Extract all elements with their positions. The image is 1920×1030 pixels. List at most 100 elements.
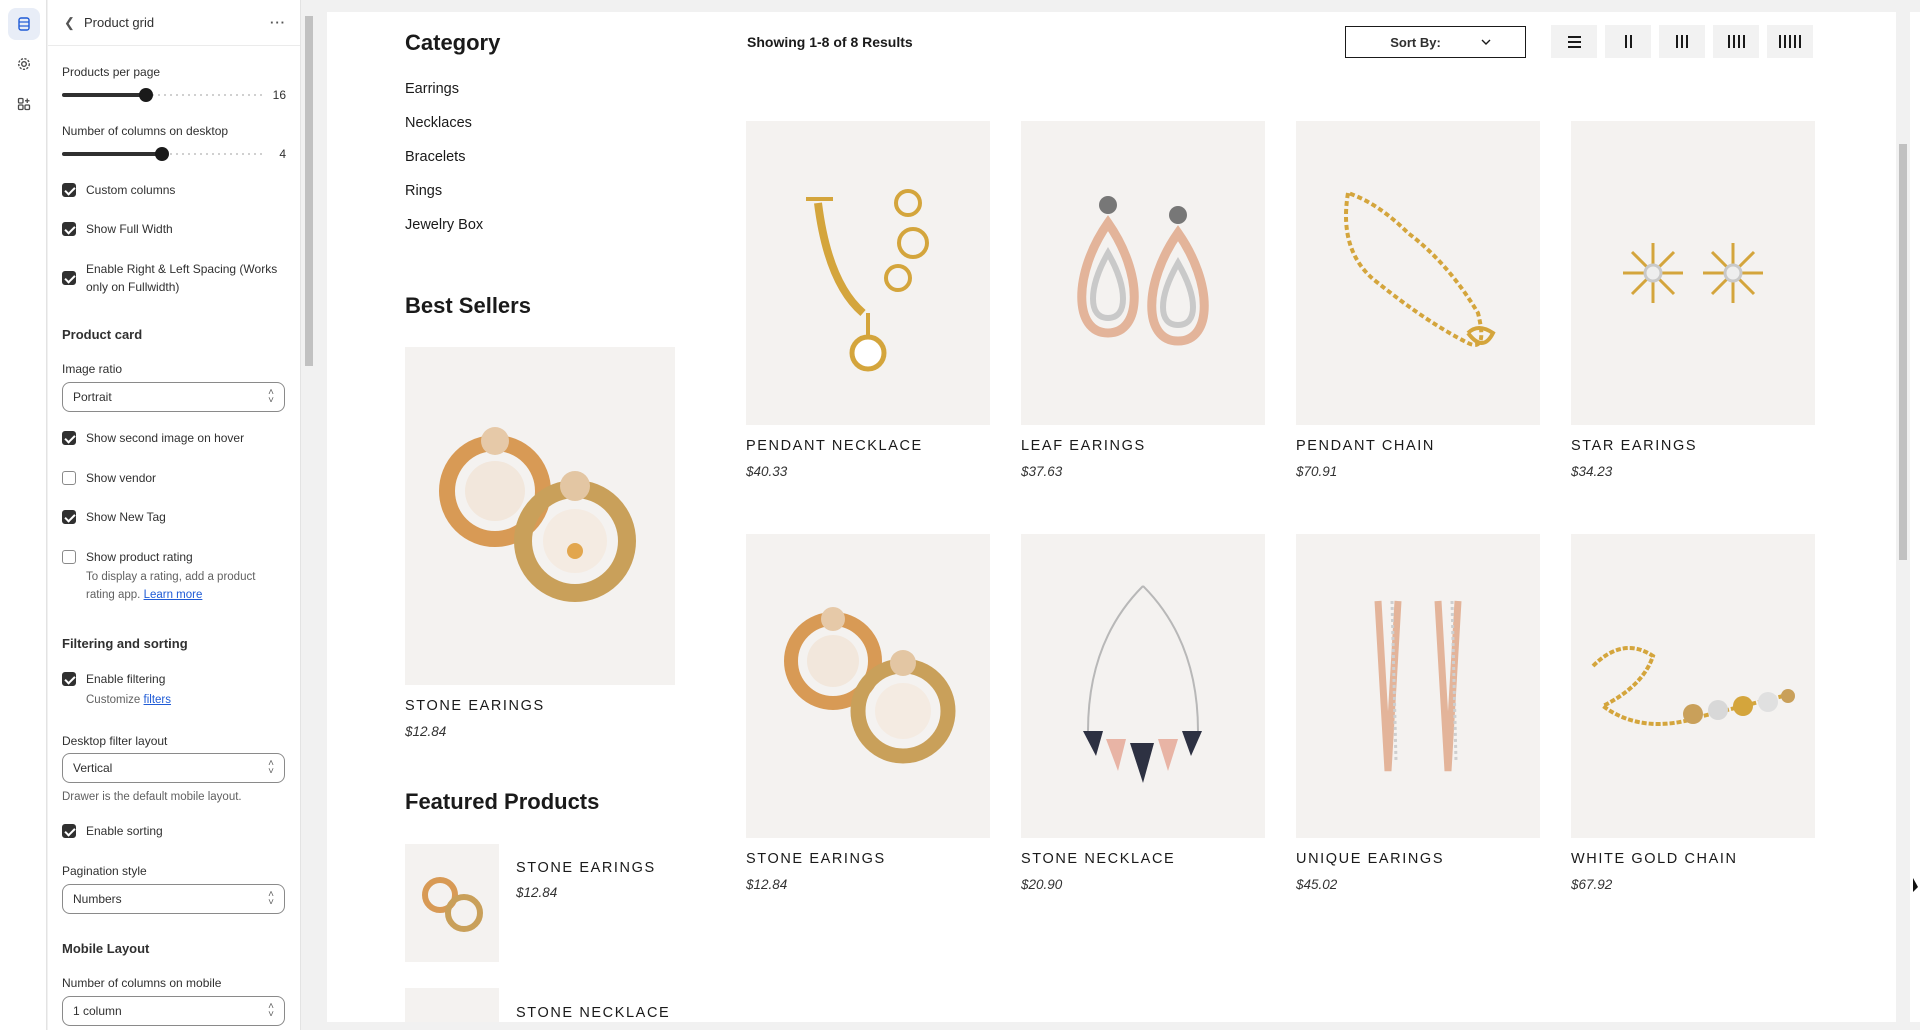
sort-by-dropdown[interactable]: Sort By: xyxy=(1345,26,1526,58)
image-ratio-value: Portrait xyxy=(73,390,112,404)
product-price: $37.63 xyxy=(1021,464,1063,479)
product-image-leaf-earings[interactable] xyxy=(1021,121,1265,425)
show-vendor-checkbox[interactable] xyxy=(62,471,76,485)
category-link-bracelets[interactable]: Bracelets xyxy=(405,149,465,165)
customize-text: Customize xyxy=(86,694,141,706)
desktop-filter-layout-select[interactable]: Vertical ˄ ˅ xyxy=(62,753,285,783)
grid-3-view-button[interactable] xyxy=(1659,25,1705,58)
custom-columns-checkbox[interactable] xyxy=(62,183,76,197)
featured-item-name[interactable]: STONE NECKLACE xyxy=(516,1005,670,1021)
image-ratio-label: Image ratio xyxy=(62,362,123,376)
featured-products-heading: Featured Products xyxy=(405,789,600,814)
select-chevron-icon: ˄ ˅ xyxy=(268,387,274,406)
pagination-style-label: Pagination style xyxy=(62,864,147,878)
settings-panel: ❮ Product grid ··· Products per page 16 … xyxy=(48,0,301,1030)
product-price: $70.91 xyxy=(1296,464,1338,479)
enable-spacing-checkbox[interactable] xyxy=(62,271,76,285)
product-image-pendant-chain[interactable] xyxy=(1296,121,1540,425)
product-price: $45.02 xyxy=(1296,877,1338,892)
grid-4-view-button[interactable] xyxy=(1713,25,1759,58)
panel-header: ❮ Product grid ··· xyxy=(48,0,300,46)
list-view-button[interactable] xyxy=(1551,25,1597,58)
panel-scrollbar-thumb[interactable] xyxy=(305,16,313,366)
product-name[interactable]: LEAF EARINGS xyxy=(1021,438,1146,454)
product-image-unique-earings[interactable] xyxy=(1296,534,1540,838)
apps-icon[interactable] xyxy=(8,88,40,120)
panel-title: Product grid xyxy=(84,15,155,30)
pagination-style-select[interactable]: Numbers ˄ ˅ xyxy=(62,884,285,914)
learn-more-link[interactable]: Learn more xyxy=(144,589,203,601)
featured-item-image[interactable] xyxy=(405,844,499,962)
leaf-earings-picture xyxy=(1077,196,1209,346)
product-image-stone-necklace[interactable] xyxy=(1021,534,1265,838)
product-image-stone-earings[interactable] xyxy=(746,534,990,838)
columns-mobile-select[interactable]: 1 column ˄ ˅ xyxy=(62,996,285,1026)
preview-scrollbar-thumb[interactable] xyxy=(1899,144,1907,560)
columns-mobile-label: Number of columns on mobile xyxy=(62,976,222,990)
show-product-rating-text: Show product rating xyxy=(86,550,193,564)
sort-by-label: Sort By: xyxy=(1390,34,1441,50)
product-price: $67.92 xyxy=(1571,877,1613,892)
show-second-image-label: Show second image on hover xyxy=(86,431,245,445)
show-vendor-label: Show vendor xyxy=(86,471,157,485)
columns-desktop-slider[interactable]: 4 xyxy=(62,147,286,161)
product-name[interactable]: STAR EARINGS xyxy=(1571,438,1697,454)
slider-knob[interactable] xyxy=(139,88,153,102)
category-link-earrings[interactable]: Earrings xyxy=(405,81,459,97)
image-ratio-select[interactable]: Portrait ˄ ˅ xyxy=(62,382,285,412)
product-name[interactable]: STONE NECKLACE xyxy=(1021,851,1175,867)
preview-scrollbar[interactable] xyxy=(1896,12,1910,1022)
product-name[interactable]: PENDANT NECKLACE xyxy=(746,438,923,454)
product-price: $12.84 xyxy=(746,877,788,892)
select-chevron-icon: ˄ ˅ xyxy=(268,889,274,908)
stone-earrings-picture xyxy=(439,427,636,602)
category-link-jewelry-box[interactable]: Jewelry Box xyxy=(405,217,483,233)
unique-earings-picture xyxy=(1374,600,1462,772)
show-new-tag-checkbox[interactable] xyxy=(62,510,76,524)
category-link-necklaces[interactable]: Necklaces xyxy=(405,115,472,131)
enable-filtering-checkbox[interactable] xyxy=(62,672,76,686)
show-full-width-checkbox[interactable] xyxy=(62,222,76,236)
product-name[interactable]: PENDANT CHAIN xyxy=(1296,438,1435,454)
grid-2-view-button[interactable] xyxy=(1605,25,1651,58)
show-second-image-checkbox[interactable] xyxy=(62,431,76,445)
editor-icon-rail xyxy=(0,0,47,1030)
back-chevron-icon[interactable]: ❮ xyxy=(64,15,82,31)
products-per-page-slider[interactable]: 16 xyxy=(62,88,286,102)
columns-mobile-value: 1 column xyxy=(73,1004,122,1018)
desktop-filter-layout-value: Vertical xyxy=(73,761,113,775)
more-options-icon[interactable]: ··· xyxy=(270,15,286,30)
filters-link[interactable]: filters xyxy=(144,694,171,706)
desktop-filter-layout-label: Desktop filter layout xyxy=(62,734,168,748)
best-seller-name[interactable]: STONE EARINGS xyxy=(405,698,545,714)
theme-settings-gear-icon[interactable] xyxy=(8,48,40,80)
product-image-white-gold-chain[interactable] xyxy=(1571,534,1815,838)
slider-fill xyxy=(62,93,146,97)
product-name[interactable]: UNIQUE EARINGS xyxy=(1296,851,1444,867)
chevron-down-icon xyxy=(1481,39,1491,45)
category-link-rings[interactable]: Rings xyxy=(405,183,442,199)
product-card-heading: Product card xyxy=(62,327,143,342)
panel-scrollbar[interactable] xyxy=(302,0,316,1030)
show-product-rating-checkbox[interactable] xyxy=(62,550,76,564)
product-image-star-earings[interactable] xyxy=(1571,121,1815,425)
products-per-page-label: Products per page xyxy=(62,65,161,79)
grid-5-view-button[interactable] xyxy=(1767,25,1813,58)
best-seller-image[interactable] xyxy=(405,347,675,685)
product-image-pendant-necklace[interactable] xyxy=(746,121,990,425)
pendant-chain-picture xyxy=(1344,191,1496,347)
enable-sorting-checkbox[interactable] xyxy=(62,824,76,838)
product-price: $34.23 xyxy=(1571,464,1613,479)
product-name[interactable]: STONE EARINGS xyxy=(746,851,886,867)
best-sellers-heading: Best Sellers xyxy=(405,293,531,318)
customize-filters-note: Customize filters xyxy=(86,688,286,709)
columns-desktop-value: 4 xyxy=(279,147,286,161)
featured-item-image[interactable] xyxy=(405,988,499,1022)
featured-item-name[interactable]: STONE EARINGS xyxy=(516,860,656,876)
sections-icon[interactable] xyxy=(8,8,40,40)
slider-knob[interactable] xyxy=(155,147,169,161)
product-name[interactable]: WHITE GOLD CHAIN xyxy=(1571,851,1738,867)
product-price: $40.33 xyxy=(746,464,788,479)
featured-item-price: $12.84 xyxy=(516,885,558,900)
show-full-width-label: Show Full Width xyxy=(86,222,173,236)
